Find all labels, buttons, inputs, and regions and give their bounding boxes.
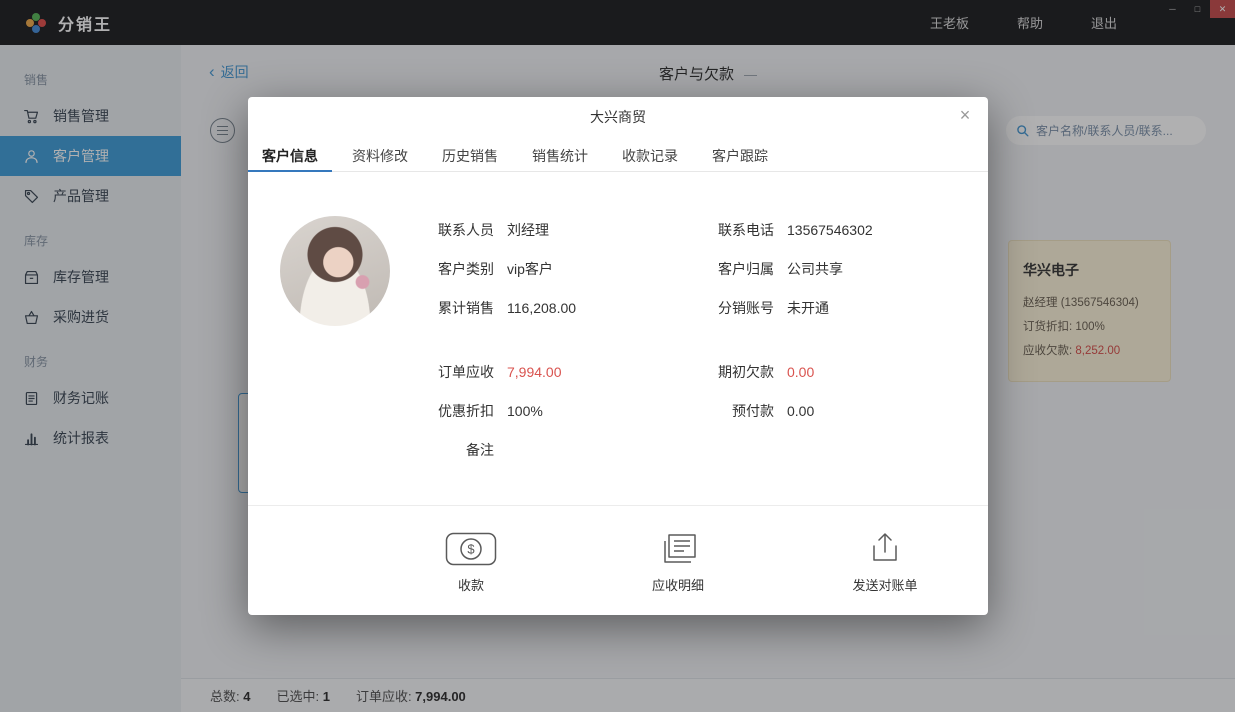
tab-sales-stats[interactable]: 销售统计 [518,137,602,172]
app-window: 分销王 王老板 帮助 退出 ─ □ ✕ 销售 销售管理 客户管理 产品管理 库存… [0,0,1235,712]
modal-footer: $ 收款 应收明细 发送对账单 [248,505,988,615]
field-distribution-account: 分销账号 未开通 [718,299,829,316]
field-initial-debt: 期初欠款 0.00 [718,363,815,380]
receivable-detail-icon [608,528,748,566]
field-remark: 备注 [466,441,494,458]
dollar-badge-icon: $ [401,528,541,566]
send-statement-icon [815,528,955,566]
customer-avatar [280,216,390,326]
tab-edit-profile[interactable]: 资料修改 [338,137,422,172]
field-owner: 客户归属 公司共享 [718,260,843,277]
modal-header: 大兴商贸 × [248,97,988,137]
field-prepayment: 预付款 0.00 [732,402,815,419]
receivable-detail-button[interactable]: 应收明细 [608,528,748,594]
tab-customer-info[interactable]: 客户信息 [248,137,332,172]
modal-body: 联系人员 刘经理 客户类别 vip客户 累计销售 116,208.00 订单应收 7,9… [248,172,988,505]
close-icon[interactable]: × [954,104,976,126]
field-contact-person: 联系人员 刘经理 [438,221,549,238]
field-order-receivable: 订单应收 7,994.00 [438,363,562,380]
tab-payment-records[interactable]: 收款记录 [608,137,692,172]
field-customer-type: 客户类别 vip客户 [438,260,553,277]
modal-tabs: 客户信息 资料修改 历史销售 销售统计 收款记录 客户跟踪 [248,137,988,172]
tab-sales-history[interactable]: 历史销售 [428,137,512,172]
svg-text:$: $ [467,542,475,557]
field-total-sales: 累计销售 116,208.00 [438,299,577,316]
tab-customer-follow[interactable]: 客户跟踪 [698,137,782,172]
field-phone: 联系电话 13567546302 [718,221,873,238]
field-discount: 优惠折扣 100% [438,402,543,419]
customer-detail-modal: 大兴商贸 × 客户信息 资料修改 历史销售 销售统计 收款记录 客户跟踪 联系人… [248,97,988,615]
info-column-left: 联系人员 刘经理 客户类别 vip客户 累计销售 116,208.00 订单应收 7,9… [418,210,698,469]
info-column-right: 联系电话 13567546302 客户归属 公司共享 分销账号 未开通 期初欠款 0.0… [698,210,978,430]
receive-payment-button[interactable]: $ 收款 [401,528,541,594]
send-statement-button[interactable]: 发送对账单 [815,528,955,594]
modal-title: 大兴商贸 [590,109,646,125]
